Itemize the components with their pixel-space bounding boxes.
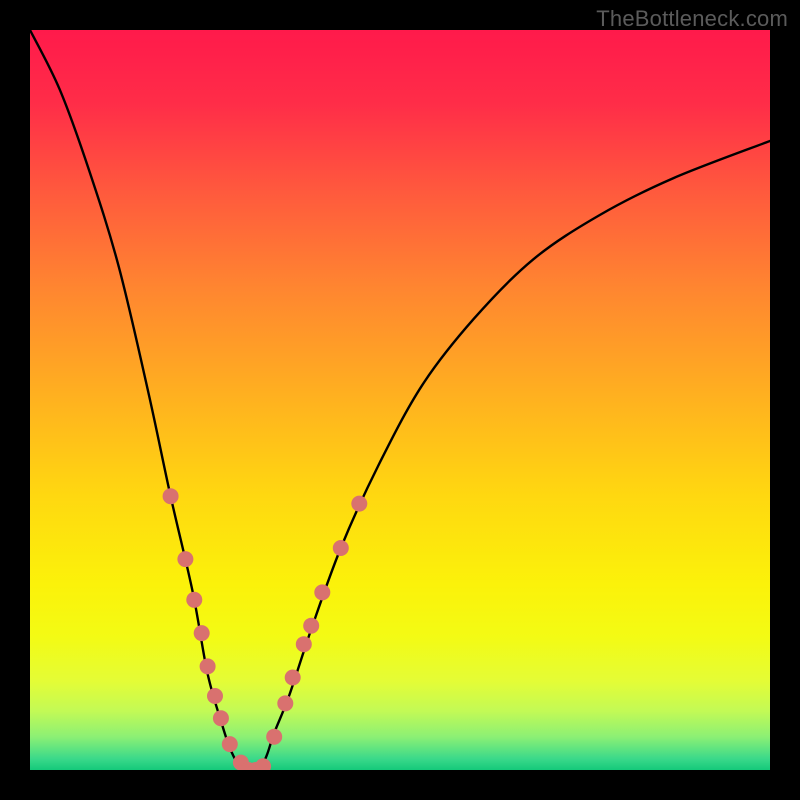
marker-dot [163, 488, 179, 504]
marker-group [163, 488, 368, 770]
watermark-text: TheBottleneck.com [596, 6, 788, 32]
marker-dot [303, 618, 319, 634]
marker-dot [266, 729, 282, 745]
marker-dot [314, 584, 330, 600]
bottleneck-curve [30, 30, 770, 770]
marker-dot [222, 736, 238, 752]
marker-dot [213, 710, 229, 726]
marker-dot [200, 658, 216, 674]
marker-dot [277, 695, 293, 711]
plot-area [30, 30, 770, 770]
marker-dot [194, 625, 210, 641]
marker-dot [186, 592, 202, 608]
marker-dot [351, 496, 367, 512]
marker-dot [285, 670, 301, 686]
marker-dot [177, 551, 193, 567]
plot-overlay [30, 30, 770, 770]
marker-dot [255, 758, 271, 770]
marker-dot [207, 688, 223, 704]
marker-dot [296, 636, 312, 652]
marker-dot [333, 540, 349, 556]
